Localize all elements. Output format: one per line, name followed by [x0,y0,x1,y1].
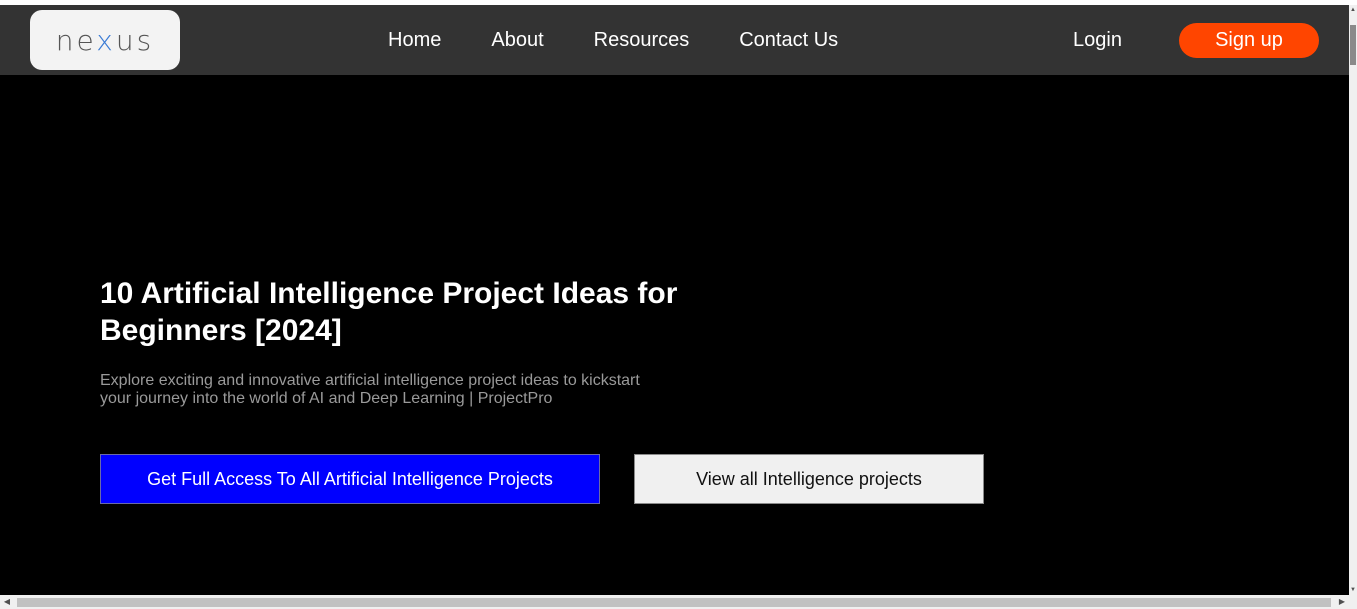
triangle-down-icon[interactable]: ▼ [1349,585,1357,595]
view-all-projects-button[interactable]: View all Intelligence projects [634,454,984,504]
horizontal-scrollbar-thumb[interactable] [17,598,1331,607]
browser-viewport: nexus Home About Resources Contact Us Lo… [0,5,1349,595]
page: nexus Home About Resources Contact Us Lo… [0,0,1357,609]
triangle-left-icon[interactable]: ◀ [0,595,14,609]
navbar: nexus Home About Resources Contact Us Lo… [0,5,1349,75]
hero-title: 10 Artificial Intelligence Project Ideas… [100,277,678,347]
triangle-right-icon[interactable]: ▶ [1335,595,1349,609]
vertical-scrollbar-thumb[interactable] [1350,25,1356,65]
nav-link-resources[interactable]: Resources [594,29,690,52]
nav-link-about[interactable]: About [491,29,543,52]
login-link[interactable]: Login [1073,5,1122,75]
triangle-up-icon[interactable]: ▲ [1349,5,1357,15]
nav-links: Home About Resources Contact Us [388,5,888,75]
logo-text: nexus [55,23,155,57]
nav-link-contact-us[interactable]: Contact Us [739,29,838,52]
nav-link-home[interactable]: Home [388,29,441,52]
hero-description: Explore exciting and innovative artifici… [100,372,640,407]
signup-button[interactable]: Sign up [1179,23,1319,58]
vertical-scrollbar[interactable]: ▲ ▼ [1349,5,1357,595]
horizontal-scrollbar[interactable]: ◀ ▶ [0,595,1349,609]
scrollbar-corner [1349,595,1357,609]
logo[interactable]: nexus [30,10,180,70]
get-full-access-button[interactable]: Get Full Access To All Artificial Intell… [100,454,600,504]
